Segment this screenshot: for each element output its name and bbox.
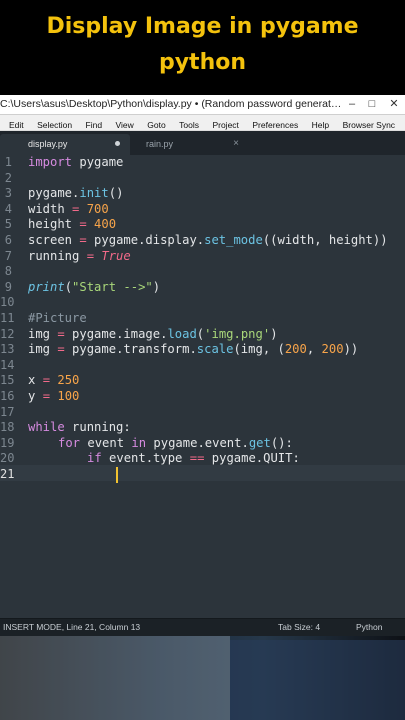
code-line: while running:	[28, 420, 131, 435]
close-window-button[interactable]: ✕	[386, 97, 402, 112]
line-number: 9	[4, 279, 12, 294]
video-caption-banner: Display Image in pygame python	[0, 0, 405, 86]
line-number: 4	[4, 201, 12, 216]
code-line: height = 400	[28, 217, 117, 232]
code-line: pygame.init()	[28, 186, 124, 201]
code-line: running = True	[28, 248, 131, 263]
line-number: 18	[0, 420, 15, 435]
tab-label: rain.py	[146, 139, 174, 149]
code-editor[interactable]: 1 2 3 4 5 6 7 8 9 10 11 12 13 14 15 16 1…	[0, 155, 405, 618]
window-titlebar: C:\Users\asus\Desktop\Python\display.py …	[0, 95, 405, 115]
line-number: 11	[0, 311, 15, 325]
line-number: 13	[0, 342, 15, 357]
code-line: import pygame	[28, 155, 124, 169]
line-number: 19	[0, 435, 15, 450]
blur-region	[0, 636, 230, 720]
code-line: if event.type == pygame.QUIT:	[87, 451, 300, 466]
tab-label: display.py	[28, 139, 68, 149]
line-number: 15	[0, 373, 15, 388]
syntax-selector[interactable]: Python	[356, 622, 382, 632]
line-number: 16	[0, 389, 15, 403]
caption-line-1: Display Image in pygame	[46, 14, 359, 39]
menu-tools[interactable]: Tools	[179, 117, 199, 130]
line-number: 3	[4, 186, 12, 201]
line-number: 10	[0, 295, 15, 310]
code-line: width = 700	[28, 201, 109, 216]
menu-browser-sync[interactable]: Browser Sync	[343, 117, 395, 130]
menu-edit[interactable]: Edit	[9, 117, 24, 130]
menu-bar: Edit Selection Find View Goto Tools Proj…	[0, 115, 405, 131]
line-number: 5	[4, 217, 12, 232]
caption-line-2: python	[158, 50, 247, 75]
background-blur	[0, 636, 405, 720]
minimize-button[interactable]: –	[344, 97, 360, 112]
menu-selection[interactable]: Selection	[37, 117, 72, 130]
line-number: 20	[0, 451, 15, 466]
line-number: 17	[0, 404, 15, 419]
window-title: C:\Users\asus\Desktop\Python\display.py …	[0, 98, 342, 110]
maximize-button[interactable]: □	[364, 97, 380, 112]
tab-rain-py[interactable]: rain.py ×	[132, 134, 247, 155]
line-number: 14	[0, 357, 15, 372]
line-number: 2	[4, 170, 12, 185]
blur-region	[230, 640, 405, 720]
line-number-gutter: 1 2 3 4 5 6 7 8 9 10 11 12 13 14 15 16 1…	[0, 155, 14, 618]
code-line: y = 100	[28, 389, 80, 403]
current-line-highlight	[0, 465, 405, 481]
status-bar: INSERT MODE, Line 21, Column 13 Tab Size…	[0, 618, 405, 636]
tab-size-selector[interactable]: Tab Size: 4	[278, 622, 320, 632]
menu-find[interactable]: Find	[86, 117, 103, 130]
line-number: 1	[4, 155, 12, 169]
tab-bar: display.py rain.py ×	[0, 131, 405, 155]
code-line: print("Start -->")	[28, 279, 161, 294]
close-tab-icon[interactable]: ×	[233, 138, 239, 149]
menu-goto[interactable]: Goto	[147, 117, 165, 130]
menu-project[interactable]: Project	[212, 117, 238, 130]
line-number: 6	[4, 233, 12, 247]
unsaved-dot-icon[interactable]	[115, 141, 120, 146]
line-number: 7	[4, 248, 12, 263]
code-line: img = pygame.image.load('img.png')	[28, 326, 278, 341]
menu-view[interactable]: View	[116, 117, 134, 130]
text-cursor	[116, 467, 118, 483]
tab-display-py[interactable]: display.py	[0, 134, 130, 155]
status-mode: INSERT MODE, Line 21, Column 13	[3, 622, 141, 632]
line-number: 8	[4, 264, 12, 279]
code-line: #Picture	[28, 311, 87, 325]
menu-preferences[interactable]: Preferences	[252, 117, 298, 130]
code-line: screen = pygame.display.set_mode((width,…	[28, 233, 388, 247]
code-line: for event in pygame.event.get():	[58, 435, 293, 450]
code-line: x = 250	[28, 373, 80, 388]
menu-help[interactable]: Help	[312, 117, 329, 130]
code-line: img = pygame.transform.scale(img, (200, …	[28, 342, 359, 357]
line-number-current: 21	[0, 467, 15, 481]
line-number: 12	[0, 326, 15, 341]
